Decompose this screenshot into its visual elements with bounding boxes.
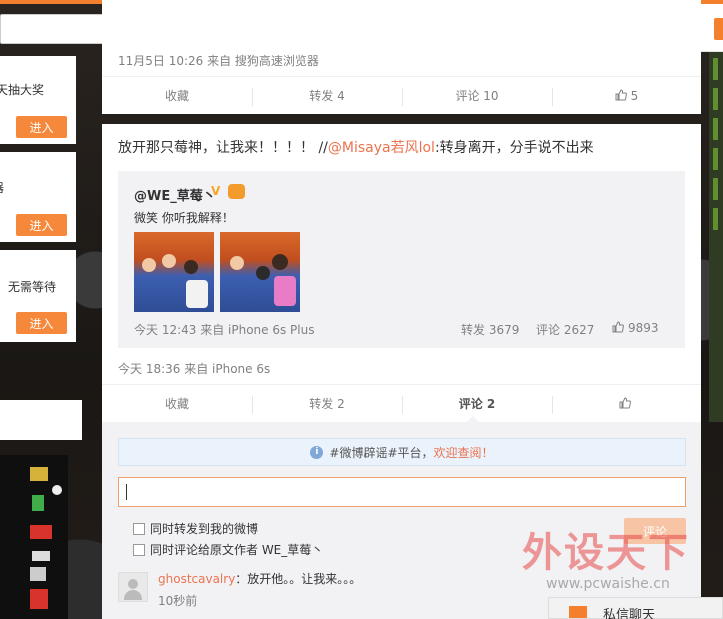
repost-checkbox-label: 同时转发到我的微博: [150, 522, 259, 536]
sidebar-card-text: 天抽大奖: [0, 83, 44, 97]
comment-author-checkbox-label: 同时评论给原文作者 WE_草莓丶: [150, 543, 324, 557]
collect-button[interactable]: 收藏: [102, 77, 252, 115]
sidebar-card-4: [0, 400, 82, 440]
quoted-comment[interactable]: 评论 2627: [536, 321, 594, 338]
nav-write-button[interactable]: [714, 18, 723, 40]
quoted-image-2[interactable]: [220, 232, 300, 312]
verified-badge-icon: V: [211, 184, 221, 198]
quoted-like[interactable]: 9893: [612, 321, 659, 335]
like-button[interactable]: 5: [552, 77, 701, 115]
mail-icon: [569, 606, 587, 618]
comment-author-checkbox[interactable]: [133, 543, 145, 556]
thumbs-up-icon: [612, 321, 624, 333]
sidebar-card-text: 器: [0, 179, 4, 196]
post-meta: 今天 18:36 来自 iPhone 6s: [118, 362, 271, 376]
sidebar-card-1: 天抽大奖 进入: [0, 56, 76, 144]
comment-time: 10秒前: [158, 594, 198, 608]
sidebar-game-banner[interactable]: [0, 455, 68, 619]
like-button[interactable]: [552, 385, 701, 423]
comment-author-checkbox-row[interactable]: 同时评论给原文作者 WE_草莓丶: [133, 541, 323, 558]
post-text-after: :转身离开，分手说不出来: [434, 140, 594, 156]
watermark-url: www.pcwaishe.cn: [546, 576, 670, 592]
enter-button[interactable]: 进入: [16, 116, 67, 138]
repost-button[interactable]: 转发 2: [252, 385, 402, 423]
sidebar-card-text: 无需等待: [7, 280, 56, 294]
post-text: 放开那只莓神，让我来！！！！ //@Misaya若风lol:转身离开，分手说不出…: [118, 137, 594, 157]
avatar[interactable]: [118, 572, 148, 602]
like-count: 5: [630, 89, 639, 103]
repost-button[interactable]: 转发 4: [252, 77, 402, 115]
quoted-meta: 今天 12:43 来自 iPhone 6s Plus: [134, 323, 315, 337]
comment-item: ghostcavalry：放开他。。让我来。。。: [158, 570, 361, 587]
enter-button[interactable]: 进入: [16, 312, 67, 334]
comment-panel-arrow: [467, 416, 479, 422]
comment-button[interactable]: 评论 10: [402, 77, 552, 115]
info-icon: i: [310, 445, 324, 459]
quoted-like-count: 9893: [628, 321, 659, 335]
thumbs-up-icon: [615, 89, 627, 101]
quoted-post: @WE_草莓丶 V 微笑 你听我解释！ 今天 12:43 来自 iPhone 6…: [118, 171, 685, 348]
post-meta: 11月5日 10:26 来自 搜狗高速浏览器: [118, 54, 319, 68]
text-caret: [126, 484, 127, 500]
comment-user[interactable]: ghostcavalry: [158, 572, 235, 586]
collect-button[interactable]: 收藏: [102, 385, 252, 423]
private-chat-bar[interactable]: 私信聊天: [548, 597, 723, 619]
post-text-before: 放开那只莓神，让我来！！！！ //: [118, 140, 328, 156]
enter-button[interactable]: 进入: [16, 214, 67, 236]
right-edge-panel: [709, 52, 723, 422]
rumor-notice: i #微博辟谣#平台， 欢迎查阅！: [118, 438, 686, 466]
quoted-text: 微笑 你听我解释！: [134, 211, 234, 225]
chat-label: 私信聊天: [603, 608, 656, 619]
comment-text: ：放开他。。让我来。。。: [235, 572, 362, 586]
post-actions: 收藏 转发 4 评论 10 5: [102, 76, 701, 114]
repost-checkbox-row[interactable]: 同时转发到我的微博: [133, 520, 258, 537]
sidebar-card-3: 无需等待 进入: [0, 250, 76, 342]
sidebar-card-2: 器 进入: [0, 152, 76, 242]
comment-input[interactable]: [118, 477, 686, 507]
feed-post-1: 11月5日 10:26 来自 搜狗高速浏览器 收藏 转发 4 评论 10 5: [102, 0, 701, 114]
watermark-logo: 外设天下: [522, 529, 690, 576]
quoted-repost[interactable]: 转发 3679: [461, 321, 519, 338]
thumbs-up-icon: [619, 397, 631, 409]
quoted-image-1[interactable]: [134, 232, 214, 312]
notice-link[interactable]: 欢迎查阅！: [434, 444, 494, 461]
repost-checkbox[interactable]: [133, 522, 145, 535]
notice-text: #微博辟谣#平台，: [329, 445, 434, 460]
medal-icon: [228, 184, 245, 199]
mention-link[interactable]: @Misaya若风lol: [328, 140, 435, 156]
post-actions: 收藏 转发 2 评论 2: [102, 384, 701, 422]
quoted-author[interactable]: @WE_草莓丶: [134, 185, 216, 204]
